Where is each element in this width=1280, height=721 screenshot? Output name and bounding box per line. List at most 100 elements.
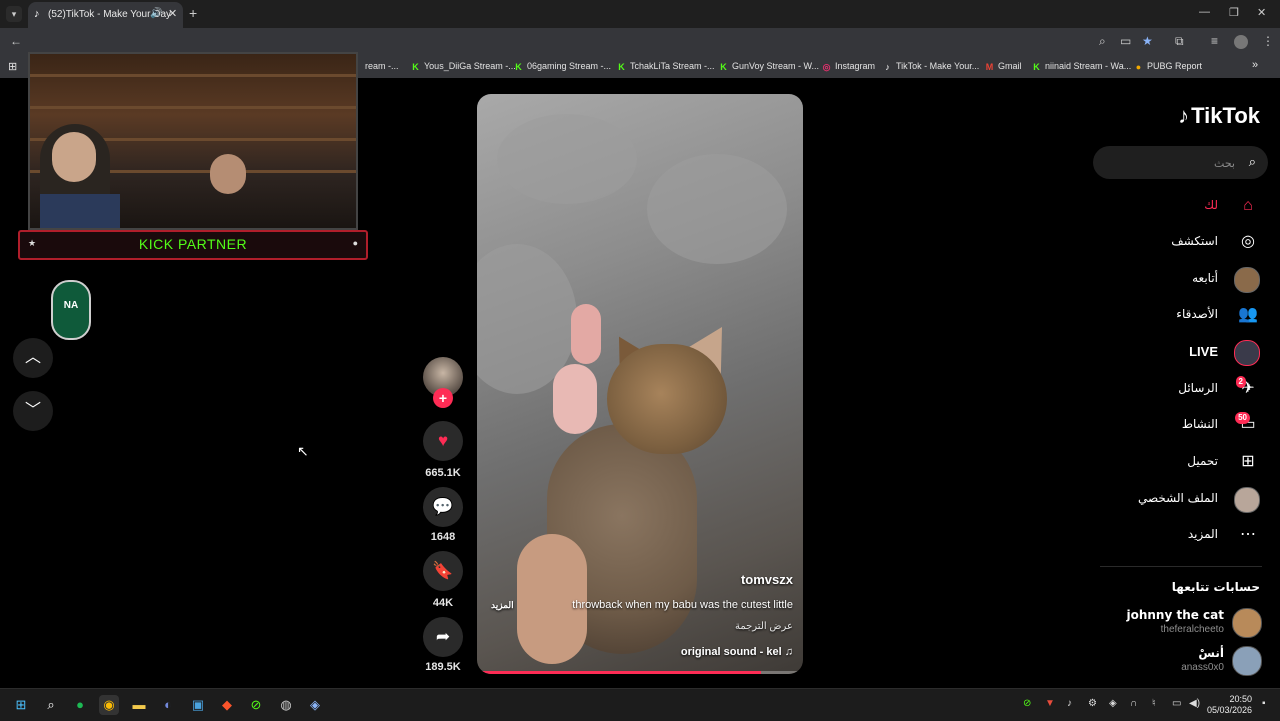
following-accounts-title: حسابات تتابعها [1171, 580, 1260, 594]
bookmark-item[interactable]: ◎ Instagram [822, 61, 875, 72]
obs-icon[interactable]: ◍ [276, 695, 296, 715]
chrome-menu-icon[interactable]: ⋮ [1262, 34, 1274, 48]
nav-upload[interactable]: ⊞ تحميل [1090, 447, 1260, 477]
see-more-link[interactable]: المزيد [491, 600, 514, 611]
tray-kick-icon[interactable]: ⊘ [1023, 698, 1031, 709]
steam-icon[interactable]: ◈ [305, 695, 325, 715]
file-explorer-icon[interactable]: ▬ [129, 695, 149, 715]
bookmark-item[interactable]: K TchakLiTa Stream -... [617, 61, 715, 72]
minimize-icon[interactable]: — [1199, 6, 1210, 18]
nav-for-you[interactable]: ⌂ لك [1090, 191, 1260, 221]
followed-account[interactable]: أنسْ anass0x0 [1092, 646, 1262, 680]
search-input[interactable] [1105, 153, 1237, 173]
system-clock[interactable]: 20:50 05/03/2026 [1207, 694, 1252, 716]
tiktok-favicon-icon: ♪ [34, 8, 40, 20]
headphones-icon[interactable]: ∩ [1130, 698, 1137, 709]
video-progress-bar[interactable] [477, 671, 803, 674]
tiktok-logo[interactable]: ♪TikTok [1178, 103, 1260, 129]
following-avatar [1234, 267, 1260, 293]
tray-settings-icon[interactable]: ⚙ [1088, 698, 1097, 709]
next-video-button[interactable]: ﹀ [13, 391, 53, 431]
upload-icon: ⊞ [1241, 453, 1255, 470]
share-count: 189.5K [425, 661, 461, 673]
video-username[interactable]: tomvszx [741, 572, 793, 587]
bookmark-star-icon[interactable]: ★ [1142, 34, 1153, 48]
bookmark-item[interactable]: M Gmail [985, 61, 1022, 72]
nav-friends[interactable]: 👥 الأصدقاء [1090, 300, 1260, 330]
spotify-icon[interactable]: ● [70, 695, 90, 715]
webcam-feed [28, 52, 358, 230]
video-sound[interactable]: original sound - kel ♫ [681, 646, 793, 658]
speaker-icon[interactable]: 🔊 [150, 8, 162, 19]
extensions-icon[interactable]: ⧉ [1175, 34, 1184, 49]
bookmark-item[interactable]: K Yous_DiiGa Stream -... [411, 61, 515, 72]
like-button[interactable]: ♥ [423, 421, 463, 461]
comment-button[interactable]: 💬 [423, 487, 463, 527]
nav-activity[interactable]: ▭ 50 النشاط [1090, 410, 1260, 440]
reading-list-icon[interactable]: ≡ [1211, 34, 1218, 48]
bookmark-label: Instagram [835, 61, 876, 71]
account-name: johnny the cat [1126, 608, 1224, 622]
microphone-icon[interactable]: ♮ [1152, 698, 1156, 709]
nav-label: لك [1204, 198, 1218, 212]
bookmark-item[interactable]: ream -... [365, 61, 399, 71]
bookmark-label: TchakLiTa Stream -... [630, 61, 715, 71]
nav-messages[interactable]: ✈ 2 الرسائل [1090, 374, 1260, 404]
restore-icon[interactable]: ❐ [1229, 6, 1239, 19]
share-button[interactable]: ➦ [423, 617, 463, 657]
search-icon[interactable]: ⌕ [1249, 154, 1256, 170]
tray-tiktok-icon[interactable]: ♪ [1067, 698, 1072, 709]
nav-live[interactable]: LIVE [1090, 337, 1260, 367]
nav-more[interactable]: ⋯ المزيد [1090, 520, 1260, 550]
nav-explore[interactable]: ◎ استكشف [1090, 227, 1260, 257]
profile-avatar-icon[interactable] [1234, 35, 1248, 49]
bookmark-item[interactable]: K GunVoy Stream - W... [719, 61, 819, 72]
bookmark-item[interactable]: ● PUBG Report [1134, 61, 1202, 72]
search-taskbar-icon[interactable]: ⌕ [41, 695, 61, 715]
previous-video-button[interactable]: ︿ [13, 338, 53, 378]
discord-icon[interactable]: ◐ [158, 695, 178, 715]
tab-close-icon[interactable]: ✕ [168, 7, 177, 20]
followed-account[interactable]: johnny the cat theferalcheeto [1092, 608, 1262, 642]
video-player[interactable]: tomvszx المزيد throwback when my babu wa… [477, 94, 803, 674]
comment-count: 1648 [430, 531, 456, 543]
bookmark-label: Gmail [998, 61, 1022, 71]
kick-app-icon[interactable]: ⊘ [246, 695, 266, 715]
new-tab-button[interactable]: + [189, 5, 197, 21]
bookmark-item[interactable]: ♪ TikTok - Make Your... [883, 61, 979, 72]
network-icon[interactable]: ▭ [1172, 698, 1181, 709]
kick-icon: K [1033, 62, 1040, 72]
close-window-icon[interactable]: ✕ [1257, 6, 1266, 19]
brave-icon[interactable]: ◆ [217, 695, 237, 715]
friends-icon: 👥 [1238, 306, 1258, 323]
search-box[interactable]: ⌕ [1093, 146, 1268, 179]
compass-icon: ◎ [1241, 233, 1255, 250]
browser-tab[interactable]: ♪ (52)TikTok - Make Your Day 🔊 ✕ [28, 2, 183, 28]
zoom-icon[interactable]: ⌕ [1099, 34, 1106, 49]
notifications-icon[interactable]: ▪ [1262, 698, 1266, 709]
more-bookmarks-icon[interactable]: » [1252, 59, 1258, 71]
nav-profile[interactable]: الملف الشخصي [1090, 484, 1260, 514]
nav-following[interactable]: أتابعه [1090, 264, 1260, 294]
video-progress-fill [477, 671, 761, 674]
cast-icon[interactable]: ▭ [1120, 34, 1131, 48]
clock-date: 05/03/2026 [1206, 705, 1252, 715]
see-translation-link[interactable]: عرض الترجمة [735, 621, 793, 632]
tray-app-icon[interactable]: ▼ [1045, 698, 1055, 709]
windows-start-icon[interactable]: ⊞ [11, 695, 31, 715]
windows-taskbar: ⊞ ⌕ ● ◉ ▬ ◐ ▣ ◆ ⊘ ◍ ◈ ⊘ ▼ ♪ ⚙ ◈ ∩ ♮ ▭ ◀)… [0, 688, 1280, 721]
nav-label: تحميل [1187, 454, 1218, 468]
guest-person [200, 144, 260, 224]
tray-steam-icon[interactable]: ◈ [1109, 698, 1117, 709]
tab-search-button[interactable]: ▾ [6, 6, 22, 22]
bookmark-item[interactable]: K 06gaming Stream -... [514, 61, 611, 72]
save-button[interactable]: 🔖 [423, 551, 463, 591]
follow-plus-icon[interactable]: + [433, 388, 453, 408]
chrome-icon[interactable]: ◉ [99, 695, 119, 715]
bookmark-item[interactable]: Kniinaid Stream - Wa... [1032, 61, 1131, 72]
kick-icon: K [720, 62, 727, 72]
volume-icon[interactable]: ◀) [1189, 698, 1200, 709]
nav-label: LIVE [1189, 344, 1218, 359]
photos-icon[interactable]: ▣ [188, 695, 208, 715]
account-name: أنسْ [1198, 646, 1224, 660]
